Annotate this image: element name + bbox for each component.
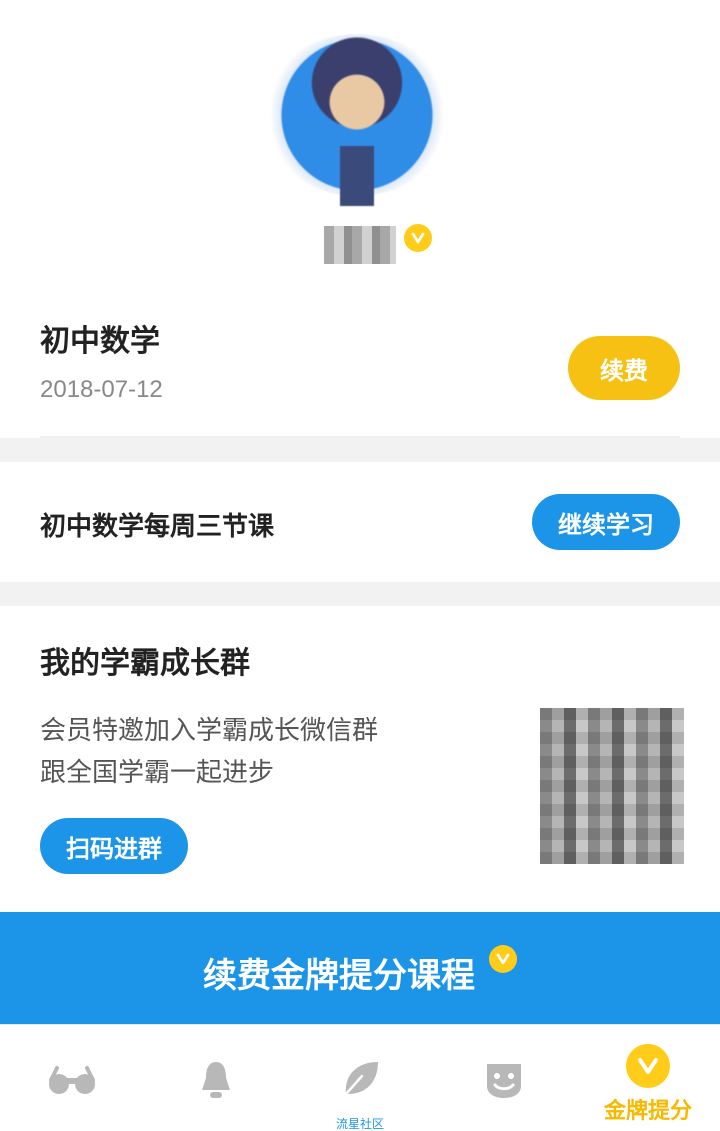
lesson-title: 初中数学每周三节课 <box>40 512 275 542</box>
group-desc-line-1: 会员特邀加入学霸成长微信群 <box>40 716 379 746</box>
course-expiry-date: 2018-07-12 <box>40 376 163 403</box>
gold-v-badge-icon <box>489 945 517 973</box>
tab-notifications[interactable] <box>144 1025 288 1131</box>
tab-explore[interactable] <box>0 1025 144 1131</box>
bottom-tab-bar: 流星社区 金牌提分 <box>0 1024 720 1131</box>
tab-community-label: 流星社区 <box>335 1117 384 1131</box>
lesson-card: 初中数学每周三节课 继续学习 <box>0 462 720 582</box>
course-title: 初中数学 <box>40 324 160 359</box>
gold-v-icon-wrap <box>623 1043 673 1089</box>
group-title: 我的学霸成长群 <box>40 646 250 681</box>
bell-icon <box>191 1057 241 1103</box>
scan-to-join-button[interactable]: 扫码进群 <box>40 818 188 874</box>
group-desc-line-2: 跟全国学霸一起进步 <box>40 758 275 788</box>
tab-community[interactable]: 流星社区 <box>288 1025 432 1131</box>
profile-header <box>0 0 720 292</box>
group-description: 会员特邀加入学霸成长微信群 跟全国学霸一起进步 <box>40 710 378 794</box>
nickname-blurred <box>324 226 396 264</box>
tab-gold-label: 金牌提分 <box>603 1099 692 1124</box>
continue-learning-button[interactable]: 继续学习 <box>532 494 680 550</box>
study-group-card: 我的学霸成长群 会员特邀加入学霸成长微信群 跟全国学霸一起进步 扫码进群 <box>0 606 720 912</box>
smiley-icon <box>479 1057 529 1103</box>
leaf-icon <box>335 1057 385 1099</box>
promo-label: 续费金牌提分课程 <box>203 955 475 996</box>
gold-v-icon <box>626 1044 670 1088</box>
renew-gold-course-banner[interactable]: 续费金牌提分课程 <box>0 912 720 1024</box>
renew-button[interactable]: 续费 <box>568 336 680 400</box>
glasses-icon <box>47 1057 97 1103</box>
course-card: 初中数学 2018-07-12 续费 <box>0 292 720 438</box>
divider <box>40 436 680 438</box>
avatar[interactable] <box>262 34 452 206</box>
vip-badge-icon <box>404 224 432 252</box>
tab-profile[interactable] <box>432 1025 576 1131</box>
tab-gold-improvement[interactable]: 金牌提分 <box>576 1025 720 1131</box>
qr-code-blurred <box>540 708 684 864</box>
